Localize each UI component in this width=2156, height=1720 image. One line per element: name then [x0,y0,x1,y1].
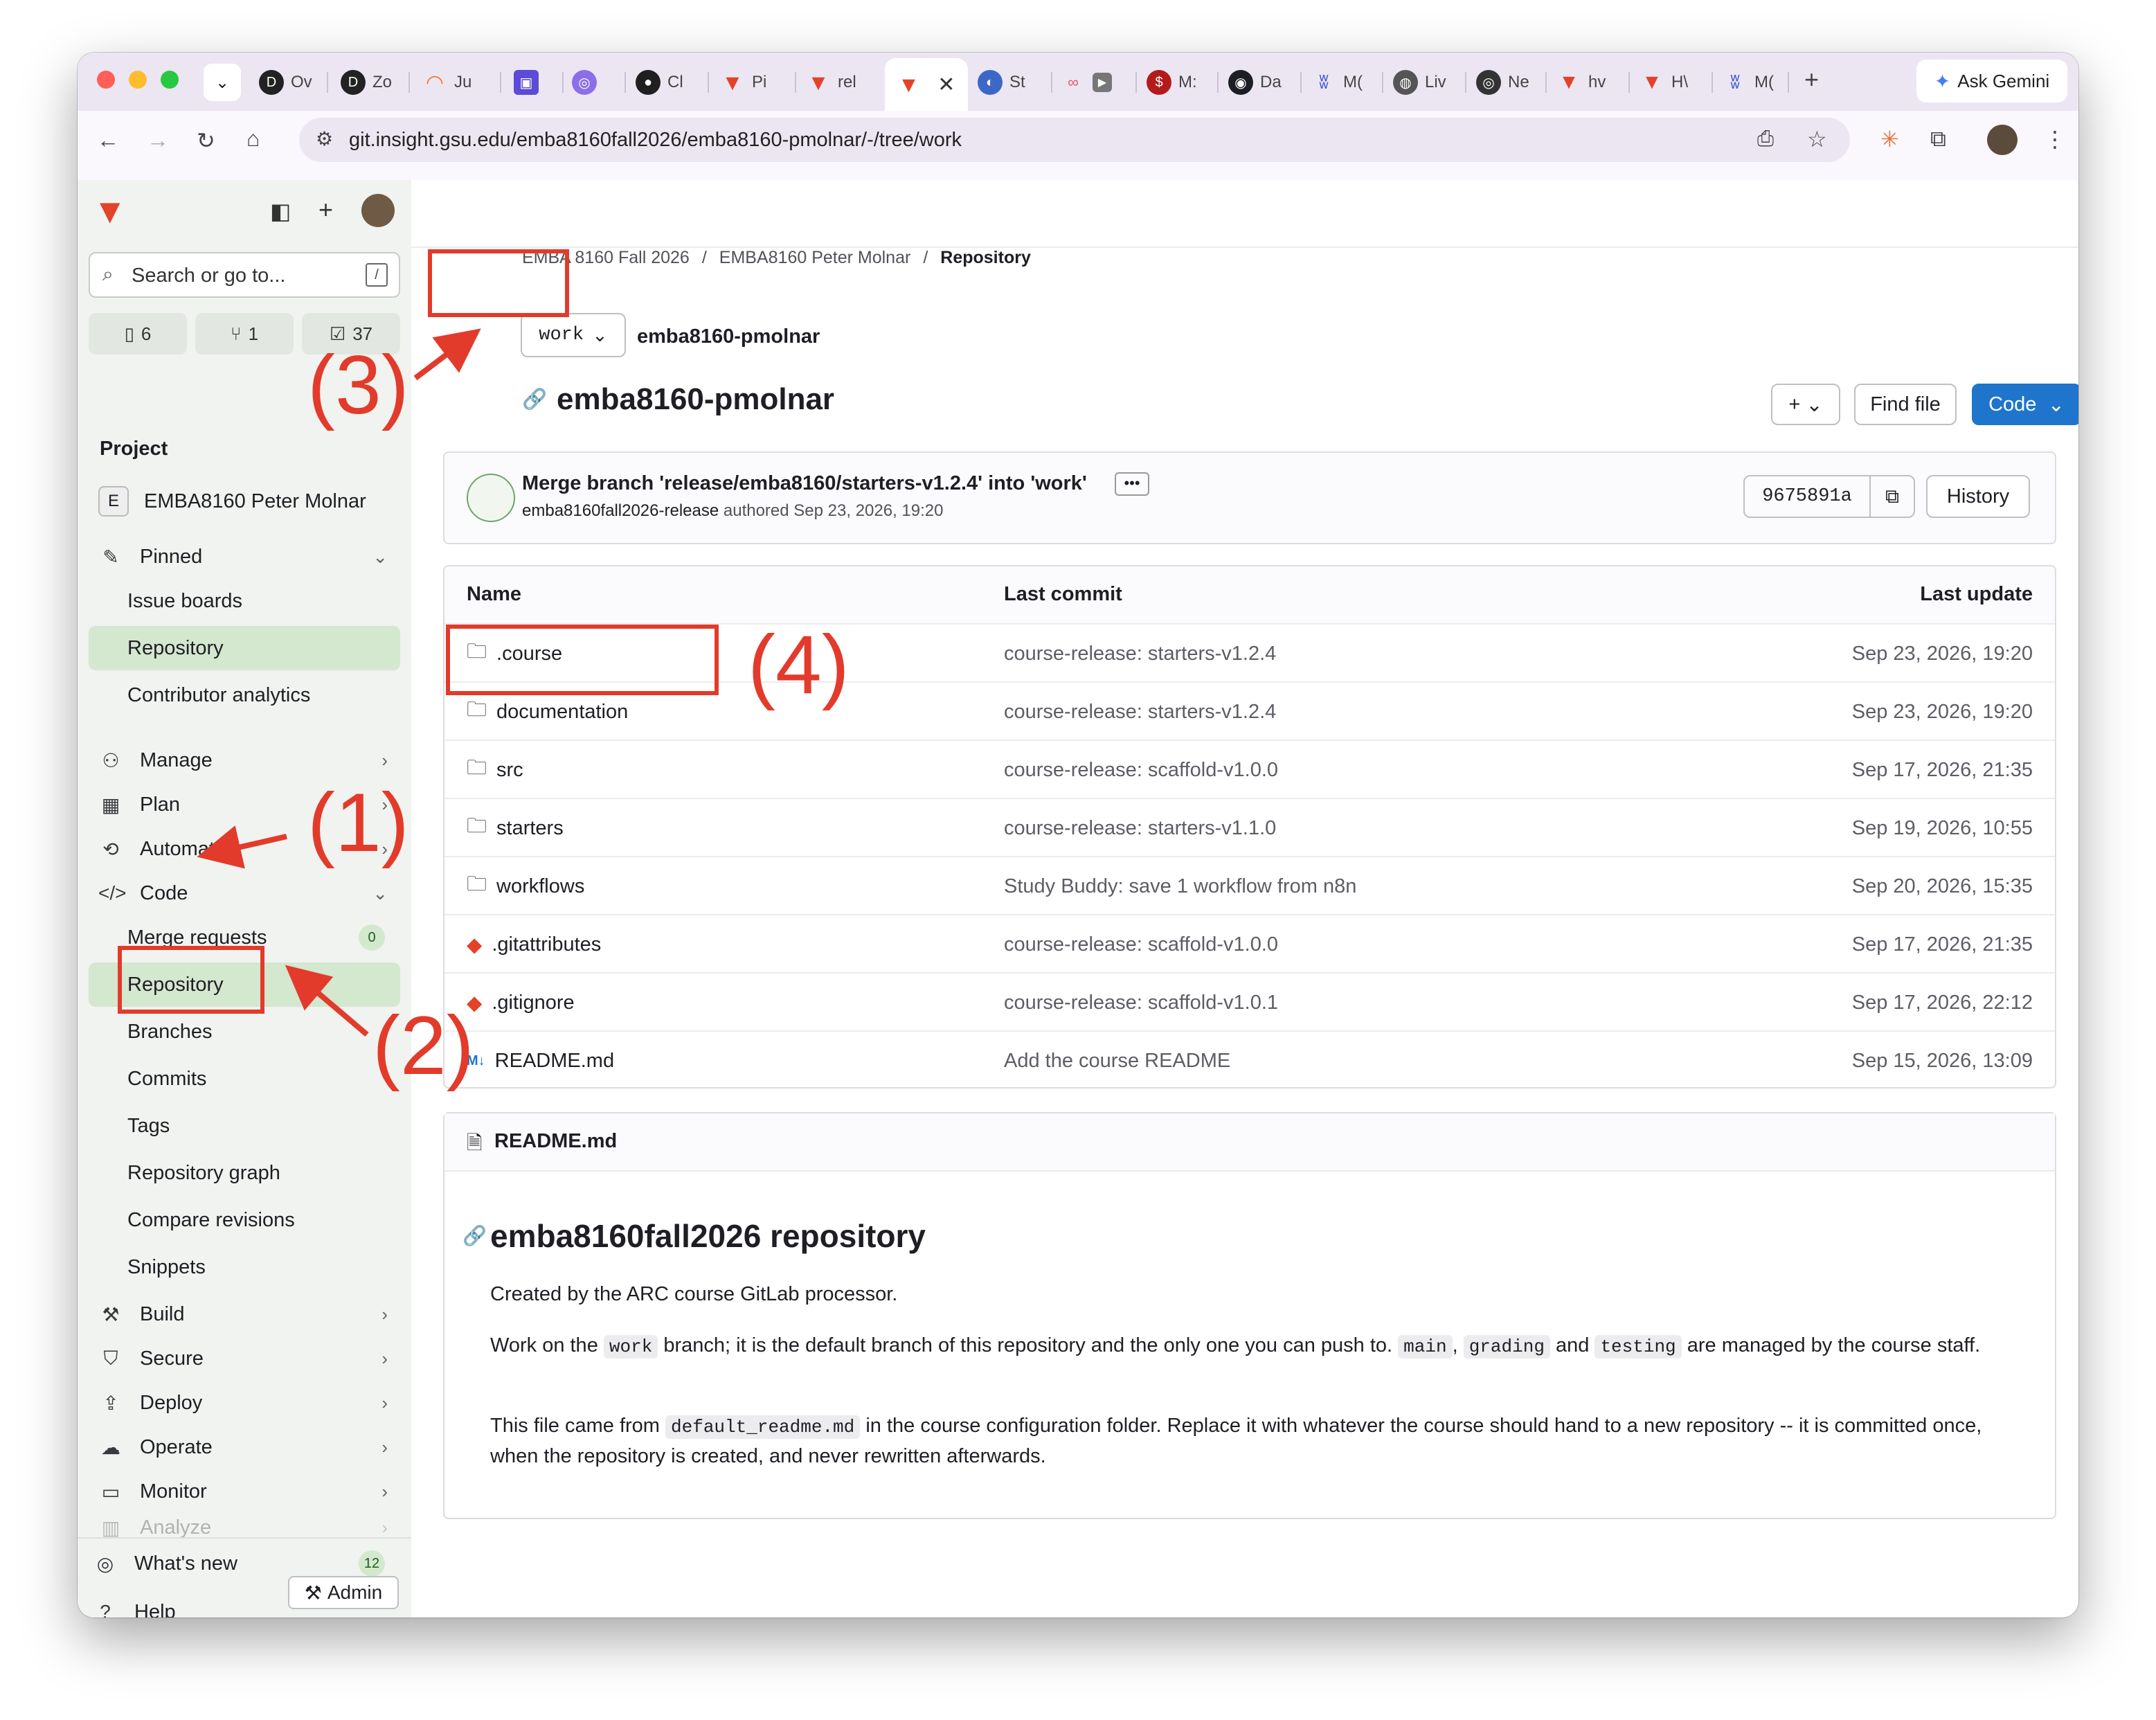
browser-window: ⌄ D Ov D Zo ◠ Ju ▣ ◎ ● Cl ▼ Pi ▼ rel ▼ ✕ ◐ St ∞… [78,53,2078,1618]
annotation-arrow-2 [285,965,369,1037]
annotation-arrows [197,328,481,1037]
annotation-arrow-1 [197,825,287,869]
annotation-arrow-3 [413,328,481,381]
